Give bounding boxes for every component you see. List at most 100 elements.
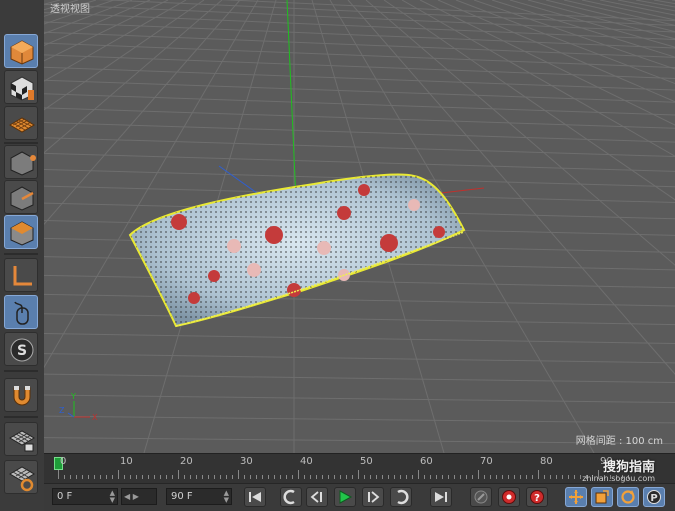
plane-tool[interactable] <box>4 106 38 140</box>
timeline-tick <box>442 475 443 479</box>
range-slider[interactable]: ◀ ▶ <box>121 488 157 505</box>
param-key-button[interactable]: P <box>643 487 665 507</box>
polygon-mode-tool[interactable] <box>4 215 38 249</box>
timeline-tick <box>70 475 71 479</box>
scale-key-button[interactable] <box>591 487 613 507</box>
timeline-tick <box>544 475 545 479</box>
move-key-button[interactable] <box>565 487 587 507</box>
left-toolbar: S <box>0 0 45 510</box>
goto-end-button[interactable] <box>430 487 452 507</box>
start-frame-field[interactable]: 0 F ▲ ▼ <box>52 488 118 505</box>
timeline-tick <box>400 475 401 479</box>
timeline-tick <box>76 475 77 479</box>
axis-mode-tool[interactable] <box>4 258 38 292</box>
timeline-tick <box>538 470 539 479</box>
timeline-tick <box>136 475 137 479</box>
timeline-tick <box>472 475 473 479</box>
svg-text:S: S <box>17 343 27 359</box>
svg-text:P: P <box>650 493 657 504</box>
grid-rotate-icon <box>9 466 35 492</box>
timeline-tick <box>496 475 497 479</box>
viewport-title[interactable]: 透视视图 <box>50 0 90 15</box>
edge-mode-tool[interactable] <box>4 180 38 214</box>
record-button[interactable] <box>498 487 520 507</box>
prev-frame-button[interactable] <box>306 487 328 507</box>
workplane-orient-tool[interactable] <box>4 460 38 494</box>
end-frame-field[interactable]: 90 F ▲ ▼ <box>166 488 232 505</box>
timeline-tick <box>568 475 569 479</box>
watermark-brand: 搜狗指南 <box>602 460 655 475</box>
timeline-ruler[interactable]: 0 10 20 30 40 50 60 70 80 90 <box>44 453 675 484</box>
rotate-icon <box>621 490 635 504</box>
timeline-tick <box>94 475 95 479</box>
timeline-tick-label: 70 <box>480 456 493 467</box>
checker-cube-tool[interactable] <box>4 70 38 104</box>
timeline-tick <box>334 475 335 479</box>
tweak-mode-tool[interactable] <box>4 295 38 329</box>
spinner-icon[interactable]: ▲ ▼ <box>110 490 115 504</box>
skip-end-icon <box>435 492 447 502</box>
snap-tool[interactable] <box>4 378 38 412</box>
start-frame-value: 0 F <box>57 491 73 502</box>
solo-tool[interactable]: S <box>4 332 38 366</box>
perspective-viewport[interactable]: Y Z X 透视视图 网格间距 : 100 cm <box>44 0 675 453</box>
cube-object-tool[interactable] <box>4 34 38 68</box>
workplane-lock-tool[interactable] <box>4 422 38 456</box>
timeline-tick <box>460 475 461 479</box>
autokey-button[interactable]: ? <box>526 487 548 507</box>
timeline-tick <box>382 475 383 479</box>
prev-keyframe-button[interactable] <box>280 487 302 507</box>
next-frame-button[interactable] <box>362 487 384 507</box>
timeline-tick <box>220 475 221 479</box>
timeline-tick <box>574 475 575 479</box>
scale-box-icon <box>595 490 609 504</box>
timeline-tick <box>82 475 83 479</box>
play-button[interactable] <box>334 487 356 507</box>
step-back-icon <box>310 491 322 503</box>
timeline-tick-label: 50 <box>360 456 373 467</box>
timeline-tick <box>172 475 173 479</box>
mouse-icon <box>14 301 29 325</box>
timeline-tick <box>232 475 233 479</box>
timeline-tick <box>520 475 521 479</box>
point-mode-tool[interactable] <box>4 145 38 179</box>
range-arrows-icon: ◀ ▶ <box>124 492 139 501</box>
gizmo-z-label: Z <box>59 406 65 415</box>
timeline-tick <box>316 475 317 479</box>
grid-spacing-readout: 网格间距 : 100 cm <box>575 436 663 447</box>
spinner-icon[interactable]: ▲ ▼ <box>224 490 229 504</box>
timeline-tick <box>268 475 269 479</box>
timeline-tick <box>508 475 509 479</box>
timeline-tick <box>292 475 293 479</box>
next-keyframe-button[interactable] <box>390 487 412 507</box>
timeline-tick <box>424 475 425 479</box>
timeline-tick <box>124 475 125 479</box>
play-icon <box>339 490 353 504</box>
grid-plane-icon <box>9 117 35 133</box>
timeline-tick <box>448 475 449 479</box>
timeline-tick <box>478 470 479 479</box>
timeline-tick <box>406 475 407 479</box>
timeline-tick-label: 0 <box>60 456 67 467</box>
timeline-tick <box>436 475 437 479</box>
watermark-url: zhinan.sogou.com <box>582 474 655 483</box>
timeline-tick <box>328 475 329 479</box>
skip-start-icon <box>249 492 261 502</box>
timeline-tick <box>148 475 149 479</box>
solo-s-icon: S <box>10 338 34 362</box>
prev-key-icon <box>283 489 295 505</box>
timeline-tick <box>430 475 431 479</box>
timeline-tick <box>322 475 323 479</box>
timeline-tick <box>304 475 305 479</box>
rotate-key-button[interactable] <box>617 487 639 507</box>
timeline-tick-label: 30 <box>240 456 253 467</box>
timeline-tick <box>490 475 491 479</box>
timeline-tick <box>466 475 467 479</box>
link-keys-button[interactable] <box>470 487 492 507</box>
timeline-tick <box>274 475 275 479</box>
timeline-tick <box>100 475 101 479</box>
timeline-tick <box>412 475 413 479</box>
timeline-tick <box>88 475 89 479</box>
goto-start-button[interactable] <box>244 487 266 507</box>
timeline-tick <box>160 475 161 479</box>
